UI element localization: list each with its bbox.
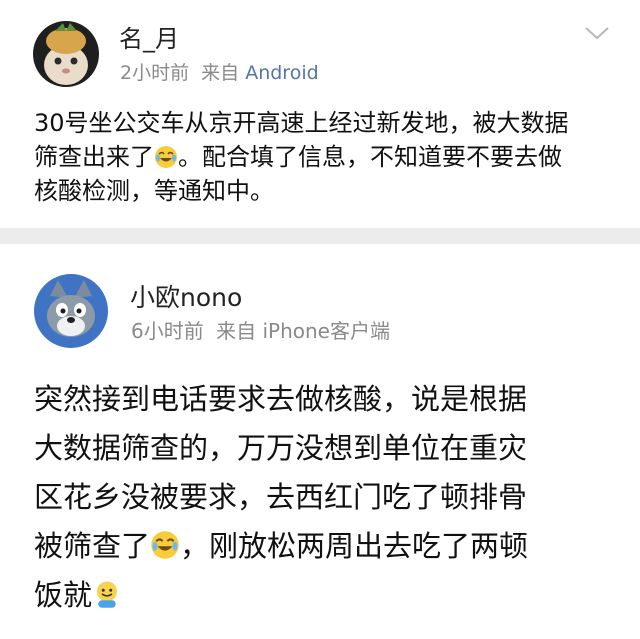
laugh-cry-emoji-icon <box>155 146 177 168</box>
source-link[interactable]: Android <box>245 62 318 84</box>
chevron-down-icon[interactable] <box>583 24 611 42</box>
text-line: 筛查出来了 <box>34 143 154 171</box>
text-line: 核酸检测，等通知中。 <box>34 177 274 205</box>
source-prefix: 来自 <box>201 62 240 84</box>
username[interactable]: 小欧nono <box>130 285 242 310</box>
text-line: 突然接到电话要求去做核酸，说是根据 <box>34 382 528 416</box>
post-meta: 6小时前 来自 iPhone客户端 <box>131 321 390 341</box>
post-time: 6小时前 <box>131 319 204 343</box>
avatar-tom-cat-icon[interactable] <box>34 274 108 348</box>
source-link[interactable]: iPhone客户端 <box>262 319 390 343</box>
source-prefix: 来自 <box>216 319 257 343</box>
post-time: 2小时前 <box>120 62 190 84</box>
text-line: 。配合填了信息，不知道要不要去做 <box>178 143 562 171</box>
username[interactable]: 名_月 <box>119 27 179 51</box>
doge-emoji-icon <box>97 581 118 608</box>
feed-divider <box>0 228 640 244</box>
post-text: 30号坐公交车从京开高速上经过新发地，被大数据 筛查出来了 。配合填了信息，不知… <box>34 106 624 208</box>
text-line: 区花乡没被要求，去西红门吃了顿排骨 <box>34 480 528 514</box>
text-line: ，刚放松两周出去吃了两顿 <box>180 529 529 563</box>
post-meta: 2小时前 来自 Android <box>120 64 319 83</box>
text-line: 被筛查了 <box>34 529 151 563</box>
post-text: 突然接到电话要求去做核酸，说是根据 大数据筛查的，万万没想到单位在重灾 区花乡没… <box>34 375 624 620</box>
laugh-cry-emoji-icon <box>151 531 179 559</box>
text-line: 大数据筛查的，万万没想到单位在重灾 <box>34 431 528 465</box>
text-line: 30号坐公交车从京开高速上经过新发地，被大数据 <box>34 109 569 137</box>
avatar-cat-icon[interactable] <box>33 21 99 87</box>
text-line: 饭就 <box>34 578 93 612</box>
